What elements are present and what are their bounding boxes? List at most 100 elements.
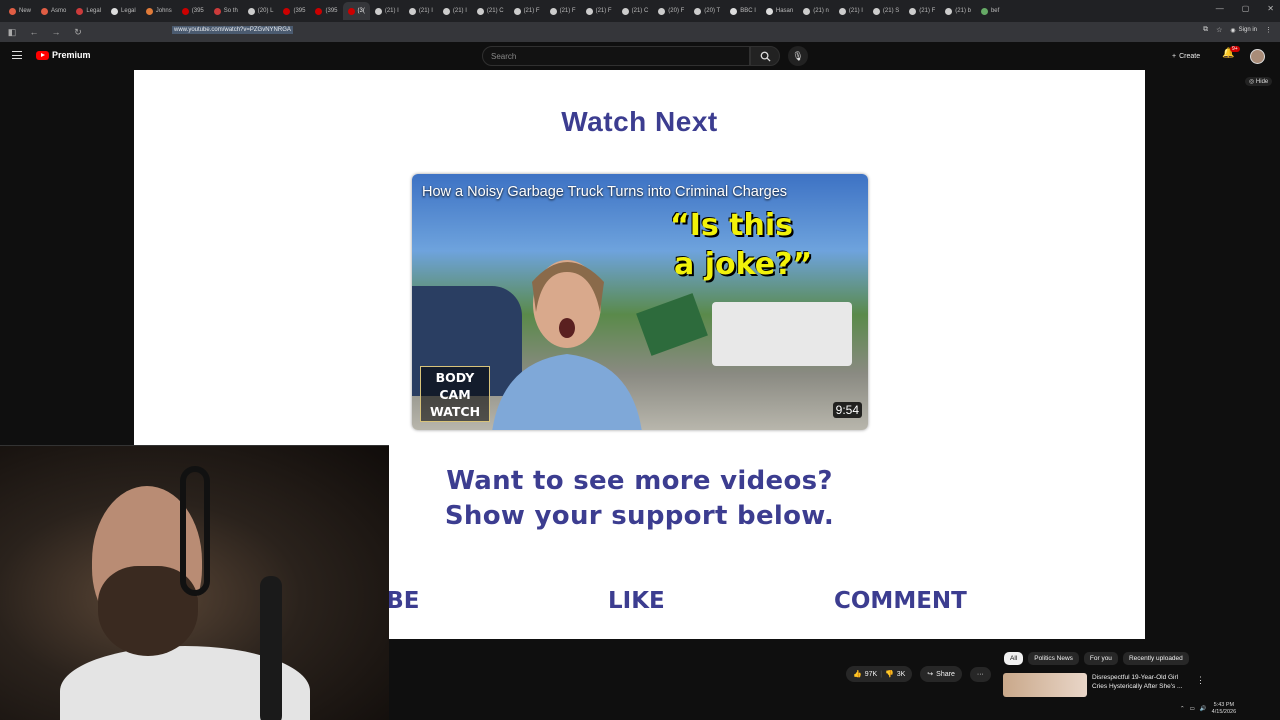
chip-for-you[interactable]: For you: [1083, 652, 1118, 665]
tab-label: (21) C: [486, 8, 504, 14]
browser-tab[interactable]: (395: [278, 2, 310, 20]
tab-label: (395: [293, 8, 306, 14]
dislike-count: 3K: [896, 670, 906, 678]
browser-tab[interactable]: (395: [177, 2, 209, 20]
browser-tab[interactable]: So th: [209, 2, 243, 20]
tab-favicon-icon: [513, 7, 521, 15]
maximize-icon[interactable]: ▢: [1242, 4, 1250, 13]
share-button[interactable]: ↪ Share: [920, 666, 962, 682]
sidebar-toggle-icon[interactable]: ◧: [6, 27, 18, 38]
browser-tab[interactable]: (21) F: [509, 2, 545, 20]
search-input[interactable]: Search: [482, 46, 750, 66]
tab-favicon-icon: [9, 7, 16, 15]
browser-tab[interactable]: (20) L: [243, 2, 279, 20]
recommended-menu-icon[interactable]: ⋮: [1196, 675, 1205, 686]
thumbs-down-icon[interactable]: 👎: [885, 670, 894, 678]
chip-politics-news[interactable]: Politics News: [1028, 652, 1079, 665]
woman-figure: [492, 260, 642, 430]
browser-tab[interactable]: (21) b: [940, 2, 976, 20]
voice-search-button[interactable]: 🎙: [788, 46, 808, 66]
extensions-icon[interactable]: ⧉: [1203, 26, 1208, 34]
recommended-video[interactable]: Disrespectful 19-Year-Old Girl Cries Hys…: [1003, 673, 1192, 697]
tab-favicon-icon: [730, 7, 738, 15]
volume-icon[interactable]: 🔊: [1200, 706, 1207, 712]
comment-cta: COMMENT: [834, 588, 967, 614]
tab-label: (21) b: [955, 8, 971, 14]
back-icon[interactable]: ←: [28, 27, 40, 37]
browser-tab[interactable]: (21) S: [868, 2, 904, 20]
tab-label: New: [19, 8, 32, 14]
browser-tab[interactable]: (21) C: [617, 2, 654, 20]
recommended-title[interactable]: Disrespectful 19-Year-Old Girl Cries Hys…: [1092, 673, 1192, 697]
browser-tab[interactable]: Legal: [106, 2, 141, 20]
bookmark-star-icon[interactable]: ☆: [1216, 26, 1222, 34]
browser-tab[interactable]: (21) I: [834, 2, 868, 20]
tab-favicon-icon: [408, 7, 416, 15]
browser-tab[interactable]: (21) I: [438, 2, 472, 20]
browser-tab[interactable]: BBC I: [725, 2, 761, 20]
tab-favicon-icon: [442, 7, 450, 15]
recommended-thumbnail[interactable]: [1003, 673, 1087, 697]
tab-favicon-icon: [838, 7, 846, 15]
browser-tab[interactable]: Asmo: [36, 2, 71, 20]
system-tray: ⌃ ▭ 🔊 5:43 PM 4/15/2026: [1180, 698, 1280, 720]
hide-chat-button[interactable]: ◎ Hide: [1245, 77, 1273, 86]
browser-menu-icon[interactable]: ⋮: [1265, 26, 1272, 34]
browser-tab[interactable]: (3(: [342, 2, 370, 20]
browser-tab-bar: New Asmo Legal Legal Johns (395 So th (20) L (39…: [0, 0, 1280, 22]
browser-tab[interactable]: Johns: [141, 2, 177, 20]
microphone-arm: [260, 576, 282, 720]
tray-chevron-icon[interactable]: ⌃: [1180, 706, 1185, 712]
tab-label: Legal: [86, 8, 102, 14]
browser-tab[interactable]: (395: [310, 2, 342, 20]
close-icon[interactable]: ✕: [1267, 4, 1274, 13]
reload-icon[interactable]: ↻: [72, 27, 84, 38]
like-count: 97K: [864, 670, 878, 678]
tab-label: (21) C: [631, 8, 649, 14]
tab-label: (395: [191, 8, 204, 14]
browser-tab[interactable]: (21) F: [904, 2, 940, 20]
like-button[interactable]: 👍 97K | 👎 3K: [846, 666, 913, 682]
related-filter-chips: All Politics News For you Recently uploa…: [1004, 652, 1189, 665]
menu-icon[interactable]: [12, 51, 22, 59]
tab-favicon-icon: [41, 7, 49, 15]
browser-tab[interactable]: Hasan: [761, 2, 798, 20]
tab-label: (21) F: [523, 8, 540, 14]
sign-in-button[interactable]: ◉ Sign in: [1230, 27, 1257, 34]
browser-tab[interactable]: (21) I: [370, 2, 404, 20]
youtube-play-icon: [36, 50, 49, 60]
chip-recently-uploaded[interactable]: Recently uploaded: [1122, 652, 1189, 665]
tab-label: (395: [325, 8, 338, 14]
browser-tab[interactable]: (20) T: [689, 2, 725, 20]
tab-favicon-icon: [945, 7, 953, 15]
url-field[interactable]: www.youtube.com/watch?v=PZGvNYNRGA: [172, 26, 293, 34]
clock[interactable]: 5:43 PM 4/15/2026: [1212, 702, 1236, 716]
address-bar: ◧ ← → ↻ www.youtube.com/watch?v=PZGvNYNR…: [0, 22, 1280, 42]
tab-label: bef: [990, 8, 1000, 14]
chip-all[interactable]: All: [1004, 652, 1024, 665]
thumbs-up-icon: 👍: [853, 671, 862, 678]
browser-tab[interactable]: (21) n: [798, 2, 834, 20]
browser-tab[interactable]: (20) F: [653, 2, 689, 20]
browser-tab[interactable]: (21) I: [404, 2, 438, 20]
next-video-thumbnail[interactable]: How a Noisy Garbage Truck Turns into Cri…: [412, 174, 868, 430]
tab-label: Legal: [121, 8, 136, 14]
browser-tab[interactable]: New: [4, 2, 36, 20]
tab-favicon-icon: [585, 7, 593, 15]
minimize-icon[interactable]: —: [1216, 4, 1224, 13]
browser-tab[interactable]: Legal: [71, 2, 106, 20]
more-actions-button[interactable]: ···: [969, 666, 991, 682]
forward-icon[interactable]: →: [50, 27, 62, 37]
network-icon[interactable]: ▭: [1190, 706, 1195, 712]
create-button[interactable]: + Create: [1166, 48, 1206, 64]
tab-label: (21) I: [452, 8, 467, 14]
more-icon: ···: [976, 670, 984, 678]
browser-tab[interactable]: bef: [976, 2, 1004, 20]
youtube-logo[interactable]: Premium: [36, 50, 91, 60]
browser-tab[interactable]: (21) F: [581, 2, 617, 20]
search-button[interactable]: [750, 46, 780, 66]
browser-tab[interactable]: (21) F: [545, 2, 581, 20]
eye-off-icon: ◎: [1249, 79, 1256, 85]
avatar[interactable]: [1250, 49, 1265, 64]
browser-tab[interactable]: (21) C: [472, 2, 509, 20]
